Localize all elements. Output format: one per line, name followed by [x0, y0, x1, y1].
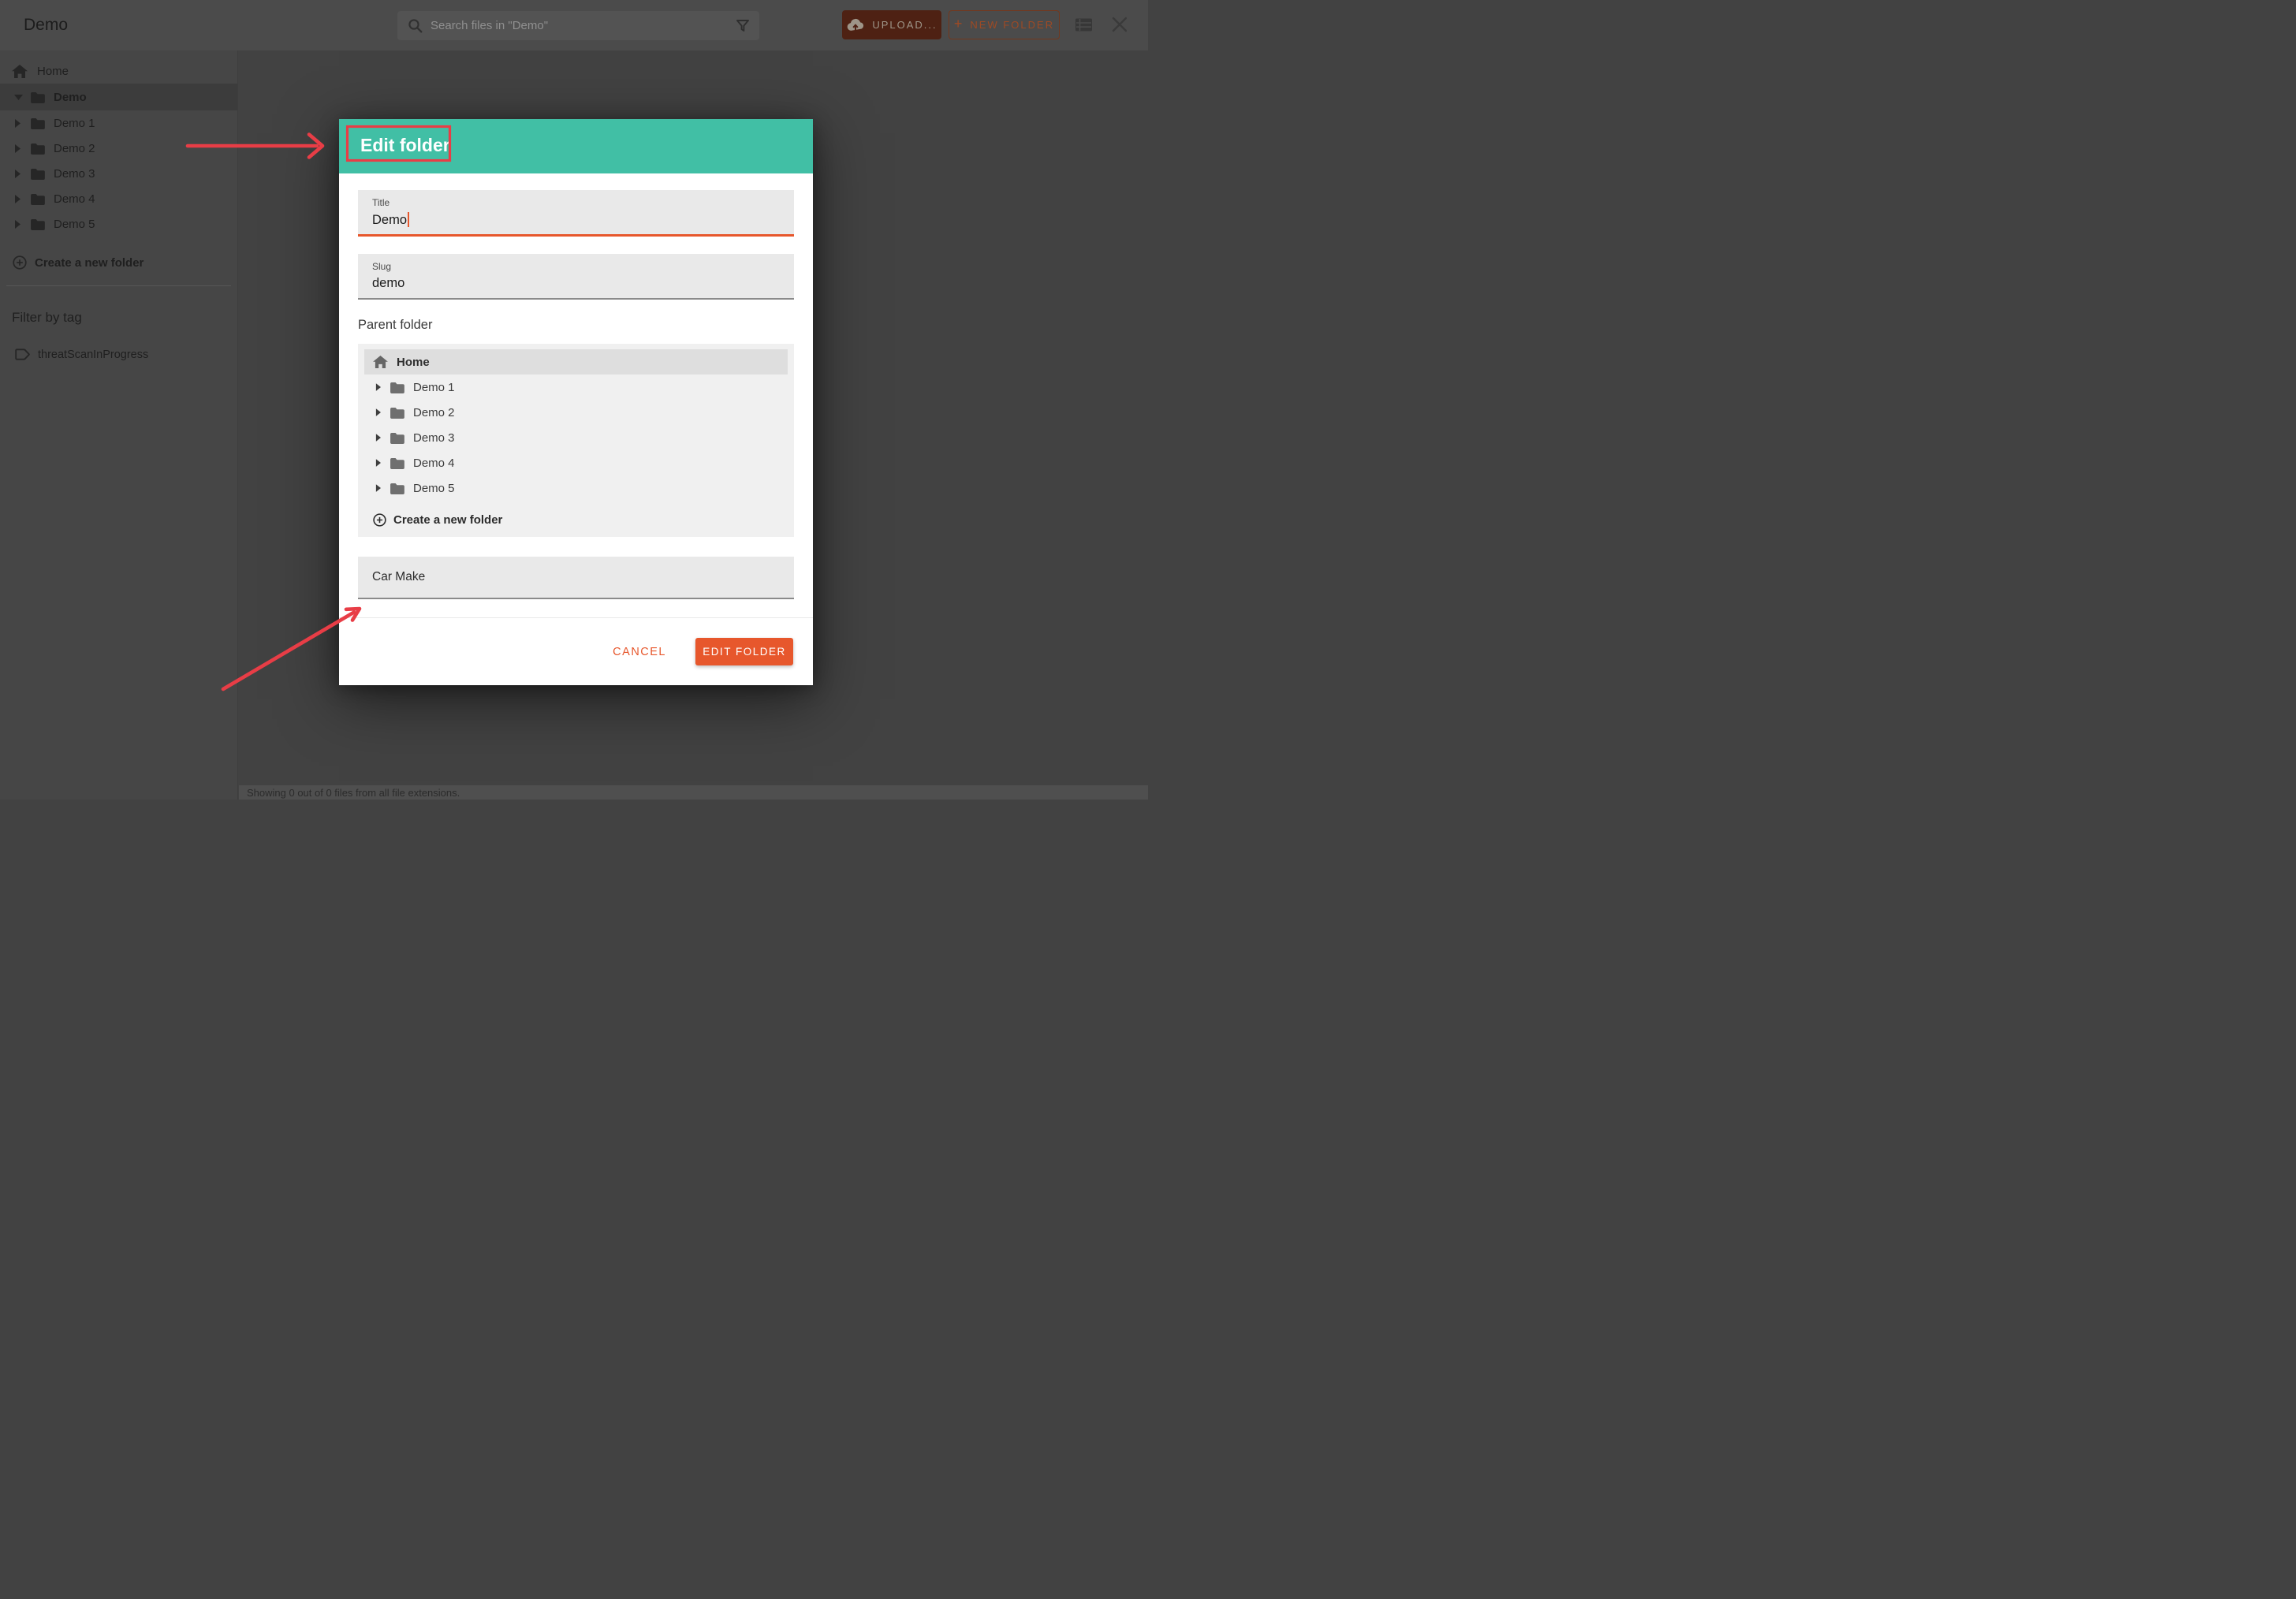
slug-field-value: demo	[372, 276, 404, 291]
new-folder-label: NEW FOLDER	[970, 19, 1054, 31]
caret-right-icon[interactable]	[14, 170, 24, 178]
sidebar-item-demo-5[interactable]: Demo 5	[0, 211, 237, 237]
caret-down-icon[interactable]	[14, 94, 24, 100]
tag-label: threatScanInProgress	[38, 348, 148, 361]
search-input[interactable]	[430, 19, 736, 32]
sidebar-item-label: Home	[37, 65, 69, 78]
tree-item-demo-4[interactable]: Demo 4	[364, 450, 788, 475]
list-view-button[interactable]	[1075, 17, 1093, 35]
filter-by-tag-heading: Filter by tag	[0, 310, 237, 326]
edit-folder-submit-button[interactable]: EDIT FOLDER	[695, 638, 793, 665]
tree-item-demo-2[interactable]: Demo 2	[364, 400, 788, 425]
sidebar-item-demo-2[interactable]: Demo 2	[0, 136, 237, 161]
folder-icon	[30, 168, 45, 180]
caret-right-icon[interactable]	[375, 383, 384, 391]
tree-item-label: Home	[397, 356, 430, 369]
folder-icon	[390, 483, 404, 494]
search-bar[interactable]	[397, 11, 759, 40]
upload-button[interactable]: UPLOAD...	[842, 10, 941, 39]
tree-item-demo-1[interactable]: Demo 1	[364, 375, 788, 400]
folder-icon	[30, 91, 45, 103]
home-icon	[12, 65, 28, 78]
tree-item-home[interactable]: Home	[364, 349, 788, 375]
plus-circle-icon	[13, 255, 27, 270]
tree-item-demo-3[interactable]: Demo 3	[364, 425, 788, 450]
plus-icon: +	[954, 16, 964, 32]
folder-icon	[390, 457, 404, 469]
page-title: Demo	[24, 16, 68, 35]
tree-item-label: Demo 4	[413, 457, 455, 470]
sidebar-item-label: Demo 2	[54, 142, 95, 155]
search-icon	[408, 18, 423, 33]
sidebar-item-demo-1[interactable]: Demo 1	[0, 110, 237, 136]
sidebar-item-label: Demo 5	[54, 218, 95, 231]
cloud-upload-icon	[846, 18, 865, 32]
tree-create-folder-label: Create a new folder	[393, 513, 502, 527]
new-folder-button[interactable]: + NEW FOLDER	[949, 10, 1060, 39]
caret-right-icon[interactable]	[375, 434, 384, 442]
sidebar-item-label: Demo	[54, 91, 87, 104]
title-field-label: Title	[372, 197, 390, 208]
caret-right-icon[interactable]	[14, 119, 24, 128]
caret-right-icon[interactable]	[14, 220, 24, 229]
close-icon	[1112, 17, 1128, 32]
slug-field[interactable]: Slug demo	[358, 254, 794, 300]
dialog-header: Edit folder	[339, 119, 813, 173]
caret-right-icon[interactable]	[14, 144, 24, 153]
tree-item-label: Demo 3	[413, 431, 455, 445]
sidebar: Home Demo Demo 1 Demo 2	[0, 50, 238, 800]
parent-folder-tree: Home Demo 1 Demo 2	[358, 344, 794, 537]
list-view-icon	[1075, 17, 1093, 32]
tag-item[interactable]: threatScanInProgress	[0, 348, 237, 361]
text-cursor	[408, 212, 409, 227]
tree-item-demo-5[interactable]: Demo 5	[364, 475, 788, 501]
status-text: Showing 0 out of 0 files from all file e…	[247, 787, 460, 799]
car-make-field[interactable]: Car Make	[358, 557, 794, 599]
topbar: Demo UPLOAD... + NEW FOLDER	[0, 0, 1148, 50]
caret-right-icon[interactable]	[375, 408, 384, 416]
parent-folder-label: Parent folder	[358, 318, 432, 333]
edit-folder-dialog: Edit folder Title Demo Slug demo Parent …	[339, 119, 813, 685]
tree-item-label: Demo 5	[413, 482, 455, 495]
tree-item-label: Demo 1	[413, 381, 455, 394]
tree-create-folder-button[interactable]: Create a new folder	[364, 505, 788, 535]
folder-icon	[30, 218, 45, 230]
sidebar-item-demo-4[interactable]: Demo 4	[0, 186, 237, 211]
status-bar: Showing 0 out of 0 files from all file e…	[239, 785, 1148, 800]
sidebar-item-label: Demo 4	[54, 192, 95, 206]
slug-field-label: Slug	[372, 261, 391, 272]
filter-icon[interactable]	[736, 20, 749, 32]
close-button[interactable]	[1112, 17, 1128, 35]
sidebar-item-demo[interactable]: Demo	[0, 84, 237, 110]
sidebar-item-label: Demo 1	[54, 117, 95, 130]
folder-icon	[30, 143, 45, 155]
plus-circle-icon	[373, 513, 386, 527]
caret-right-icon[interactable]	[14, 195, 24, 203]
dialog-footer: CANCEL EDIT FOLDER	[339, 618, 813, 685]
home-icon	[373, 356, 388, 368]
tree-item-label: Demo 2	[413, 406, 455, 419]
sidebar-item-home[interactable]: Home	[0, 58, 237, 84]
create-folder-label: Create a new folder	[35, 256, 144, 270]
folder-icon	[390, 432, 404, 444]
sidebar-item-label: Demo 3	[54, 167, 95, 181]
folder-icon	[390, 382, 404, 393]
title-field-value: Demo	[372, 213, 407, 227]
sidebar-divider	[6, 285, 231, 286]
folder-icon	[30, 193, 45, 205]
create-folder-button[interactable]: Create a new folder	[0, 250, 237, 275]
tag-icon	[15, 348, 30, 361]
caret-right-icon[interactable]	[375, 484, 384, 492]
sidebar-item-demo-3[interactable]: Demo 3	[0, 161, 237, 186]
title-field[interactable]: Title Demo	[358, 190, 794, 237]
folder-icon	[30, 117, 45, 129]
upload-label: UPLOAD...	[872, 19, 937, 31]
caret-right-icon[interactable]	[375, 459, 384, 467]
dialog-title: Edit folder	[360, 135, 450, 156]
folder-icon	[390, 407, 404, 419]
car-make-value: Car Make	[372, 570, 425, 584]
cancel-button[interactable]: CANCEL	[613, 646, 666, 658]
